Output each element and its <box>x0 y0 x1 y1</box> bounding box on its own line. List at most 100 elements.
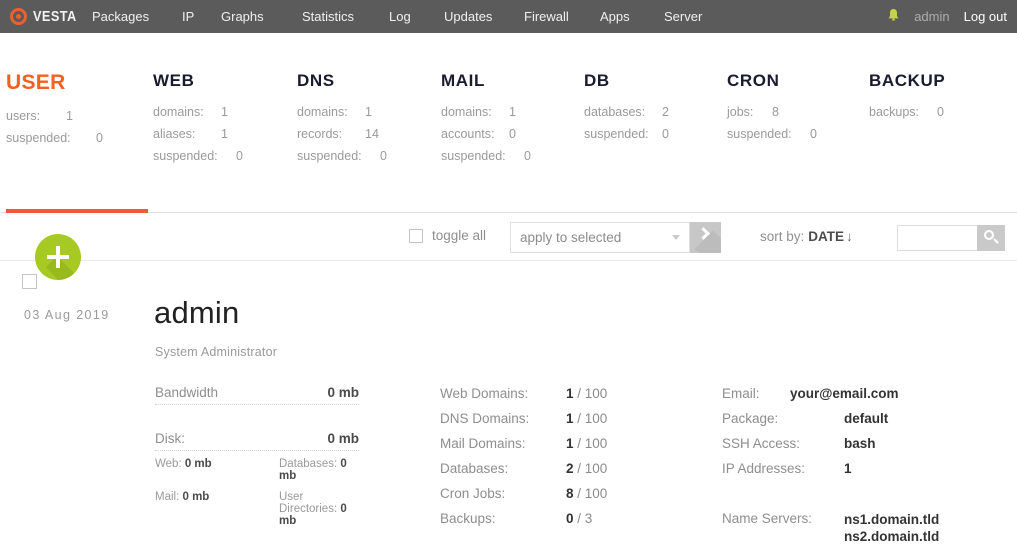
counter-current: 1 <box>566 411 574 426</box>
stat-row: suspended: 0 <box>584 127 669 149</box>
counter-row: Mail Domains: 1 / 100 <box>440 436 607 461</box>
stat-value: 1 <box>221 127 228 141</box>
stat-panel-title: DNS <box>297 71 335 90</box>
record-select-checkbox[interactable] <box>22 274 37 289</box>
disk-breakdown-item: Web: 0 mb <box>155 458 279 482</box>
stat-rows: databases: 2 suspended: 0 <box>584 105 669 149</box>
name-servers-value: ns1.domain.tld ns2.domain.tld <box>844 511 939 545</box>
stat-panel-title: DB <box>584 71 610 90</box>
nav-item-ip[interactable]: IP <box>182 9 194 24</box>
name-servers-row: Name Servers: ns1.domain.tld ns2.domain.t… <box>722 511 939 544</box>
stat-value: 1 <box>66 109 73 123</box>
vesta-logo[interactable]: VESTA <box>0 8 86 25</box>
nav-item-updates[interactable]: Updates <box>444 9 492 24</box>
email-row: Email: your@email.com <box>722 386 898 411</box>
counter-label: DNS Domains: <box>440 411 530 426</box>
package-row: Package: default <box>722 411 888 436</box>
stat-rows: domains: 1 records: 14 suspended: 0 <box>297 105 387 171</box>
stat-key: suspended: <box>6 131 71 145</box>
stat-panel-user: USER users: 1 suspended: 0 <box>6 71 103 153</box>
stat-row: suspended: 0 <box>153 149 243 171</box>
bandwidth-value: 0 mb <box>327 385 359 400</box>
stat-key: users: <box>6 109 41 123</box>
stat-panel-db: DB databases: 2 suspended: 0 <box>584 71 669 149</box>
counter-current: 0 <box>566 511 574 526</box>
disk-row: Disk: 0 mb <box>155 431 359 451</box>
stat-panel-title: CRON <box>727 71 780 90</box>
record-date: 03 Aug 2019 <box>24 308 110 322</box>
stat-panel-web: WEB domains: 1 aliases: 1 suspended: 0 <box>153 71 243 171</box>
record-username[interactable]: admin <box>154 295 239 331</box>
stat-value: 2 <box>662 105 669 119</box>
nav-username[interactable]: admin <box>914 9 949 24</box>
counter-current: 1 <box>566 386 574 401</box>
counter-value: 1 / 100 <box>566 386 607 401</box>
stat-value: 0 <box>937 105 944 119</box>
nav-item-server[interactable]: Server <box>664 9 702 24</box>
stat-panel-title: USER <box>6 71 66 94</box>
disk-breakdown-item: Mail: 0 mb <box>155 491 279 527</box>
stat-row: suspended: 0 <box>727 127 817 149</box>
sort-direction-icon[interactable]: ↓ <box>846 229 853 244</box>
stat-key: records: <box>297 127 343 141</box>
bandwidth-row: Bandwidth 0 mb <box>155 385 359 405</box>
nav-right-cluster: admin Log out <box>887 0 1007 33</box>
stat-row: domains: 1 <box>297 105 372 127</box>
apply-to-selected-value: apply to selected <box>520 230 622 245</box>
counter-current: 2 <box>566 461 574 476</box>
summary-stats-panel: USER users: 1 suspended: 0 WEB domains: 1 aliase… <box>0 33 1017 203</box>
ip-addresses-row: IP Addresses: 1 <box>722 461 852 486</box>
stat-row: domains: 1 <box>153 105 228 127</box>
stat-value: 1 <box>221 105 228 119</box>
stat-value: 14 <box>365 127 379 141</box>
stat-row: domains: 1 <box>441 105 516 127</box>
nav-item-statistics[interactable]: Statistics <box>302 9 354 24</box>
nav-item-apps[interactable]: Apps <box>600 9 630 24</box>
search-input[interactable] <box>897 225 977 251</box>
notification-bell-icon[interactable] <box>887 8 900 25</box>
disk-breakdown-label: Web: <box>155 458 182 470</box>
counter-value: 0 / 3 <box>566 511 592 526</box>
stat-row: accounts: 0 <box>441 127 516 149</box>
logout-link[interactable]: Log out <box>964 9 1007 24</box>
counter-value: 2 / 100 <box>566 461 607 476</box>
nav-item-firewall[interactable]: Firewall <box>524 9 569 24</box>
search-button[interactable] <box>977 225 1005 251</box>
record-role: System Administrator <box>155 345 278 359</box>
stat-row: users: 1 <box>6 109 73 131</box>
ip-addresses-value: 1 <box>844 461 852 476</box>
ssh-access-row: SSH Access: bash <box>722 436 876 461</box>
stat-value: 0 <box>524 149 531 163</box>
sort-by-control: sort by: DATE ↓ <box>760 229 853 244</box>
counter-value: 1 / 100 <box>566 436 607 451</box>
nav-item-graphs[interactable]: Graphs <box>221 9 264 24</box>
nav-item-log[interactable]: Log <box>389 9 411 24</box>
list-divider <box>0 260 1017 261</box>
counter-value: 1 / 100 <box>566 411 607 426</box>
apply-to-selected-dropdown[interactable]: apply to selected <box>510 222 690 253</box>
bandwidth-label: Bandwidth <box>155 385 219 400</box>
add-user-button[interactable] <box>35 234 81 280</box>
sort-by-value[interactable]: DATE <box>808 229 844 244</box>
add-button-shadow <box>45 256 81 280</box>
counter-limit: / 100 <box>577 486 608 501</box>
resource-counters-column: Web Domains: 1 / 100 DNS Domains: 1 / 100 Ma… <box>440 386 607 536</box>
stat-value: 0 <box>662 127 669 141</box>
stat-key: databases: <box>584 105 646 119</box>
usage-column: Bandwidth 0 mb Disk: 0 mb Web: 0 mb Datab… <box>155 385 359 527</box>
vesta-ring-logo-icon <box>10 8 27 25</box>
counter-row: Databases: 2 / 100 <box>440 461 607 486</box>
nav-item-packages[interactable]: Packages <box>92 9 149 24</box>
disk-breakdown: Web: 0 mb Databases: 0 mb Mail: 0 mb User D… <box>155 458 359 527</box>
toggle-all-checkbox[interactable] <box>409 228 423 243</box>
disk-breakdown-value: 0 mb <box>182 491 210 503</box>
apply-go-button[interactable] <box>690 222 721 253</box>
usage-spacer <box>155 405 359 431</box>
stat-key: suspended: <box>584 127 649 141</box>
stat-panel-mail: MAIL domains: 1 accounts: 0 suspended: 0 <box>441 71 531 171</box>
counter-label: Web Domains: <box>440 386 529 401</box>
stat-key: domains: <box>153 105 204 119</box>
name-server-entry: ns2.domain.tld <box>844 529 940 544</box>
stat-key: suspended: <box>441 149 506 163</box>
toggle-all-control[interactable]: toggle all <box>409 228 486 243</box>
